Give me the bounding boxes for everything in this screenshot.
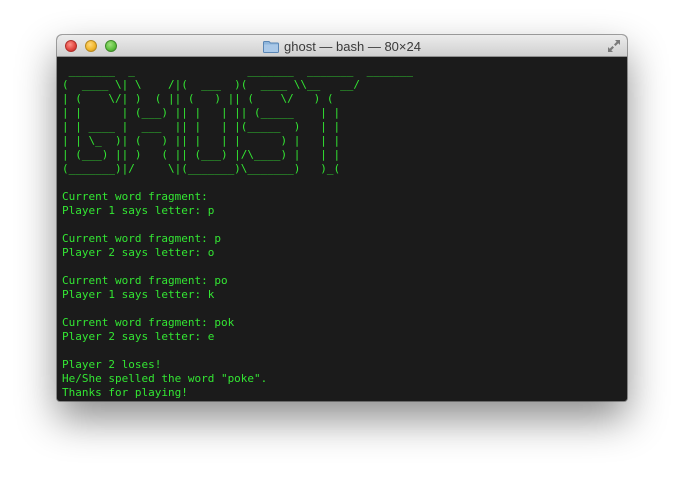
ascii-art-line: | | ____ | ___ || | | |(_____ ) | | — [62, 120, 361, 133]
window-title: ghost — bash — 80×24 — [284, 38, 421, 54]
output-line: Current word fragment: pok — [62, 316, 235, 329]
terminal-output[interactable]: _______ _ _______ _______ _______ ( ____… — [57, 57, 627, 401]
output-line: Player 2 says letter: o — [62, 246, 215, 259]
ascii-art-line: | ( \/| ) ( || ( ) || ( \/ ) ( — [62, 92, 354, 105]
output-line: Current word fragment: — [62, 190, 215, 203]
ascii-art-line: | (___) || ) ( || (___) |/\____) | | | — [62, 148, 361, 161]
ascii-art-line: ( ____ \| \ /|( ___ )( ____ \\__ __/ — [62, 78, 361, 91]
output-line: He/She spelled the word "poke". — [62, 372, 268, 385]
ascii-art-line: | | | (___) || | | || (_____ | | — [62, 106, 361, 119]
output-line: Player 1 says letter: p — [62, 204, 215, 217]
folder-icon — [263, 40, 280, 53]
output-line: Player 1 says letter: k — [62, 288, 215, 301]
title-group: ghost — bash — 80×24 — [57, 35, 627, 57]
output-line: Player 2 says letter: e — [62, 330, 215, 343]
ascii-art-line: _______ _ _______ _______ _______ — [62, 64, 420, 77]
ascii-art-line: (_______)|/ \|(_______)\_______) )_( — [62, 162, 361, 175]
output-line: Player 2 loses! — [62, 358, 162, 371]
ascii-art-line: | | \_ )| ( ) || | | | ) | | | — [62, 134, 361, 147]
fullscreen-icon[interactable] — [607, 39, 621, 53]
output-line: Current word fragment: po — [62, 274, 228, 287]
title-bar[interactable]: ghost — bash — 80×24 — [57, 35, 627, 57]
output-line: Current word fragment: p — [62, 232, 221, 245]
output-line: Thanks for playing! — [62, 386, 188, 399]
terminal-window: ghost — bash — 80×24 _______ _ _______ _… — [57, 35, 627, 401]
